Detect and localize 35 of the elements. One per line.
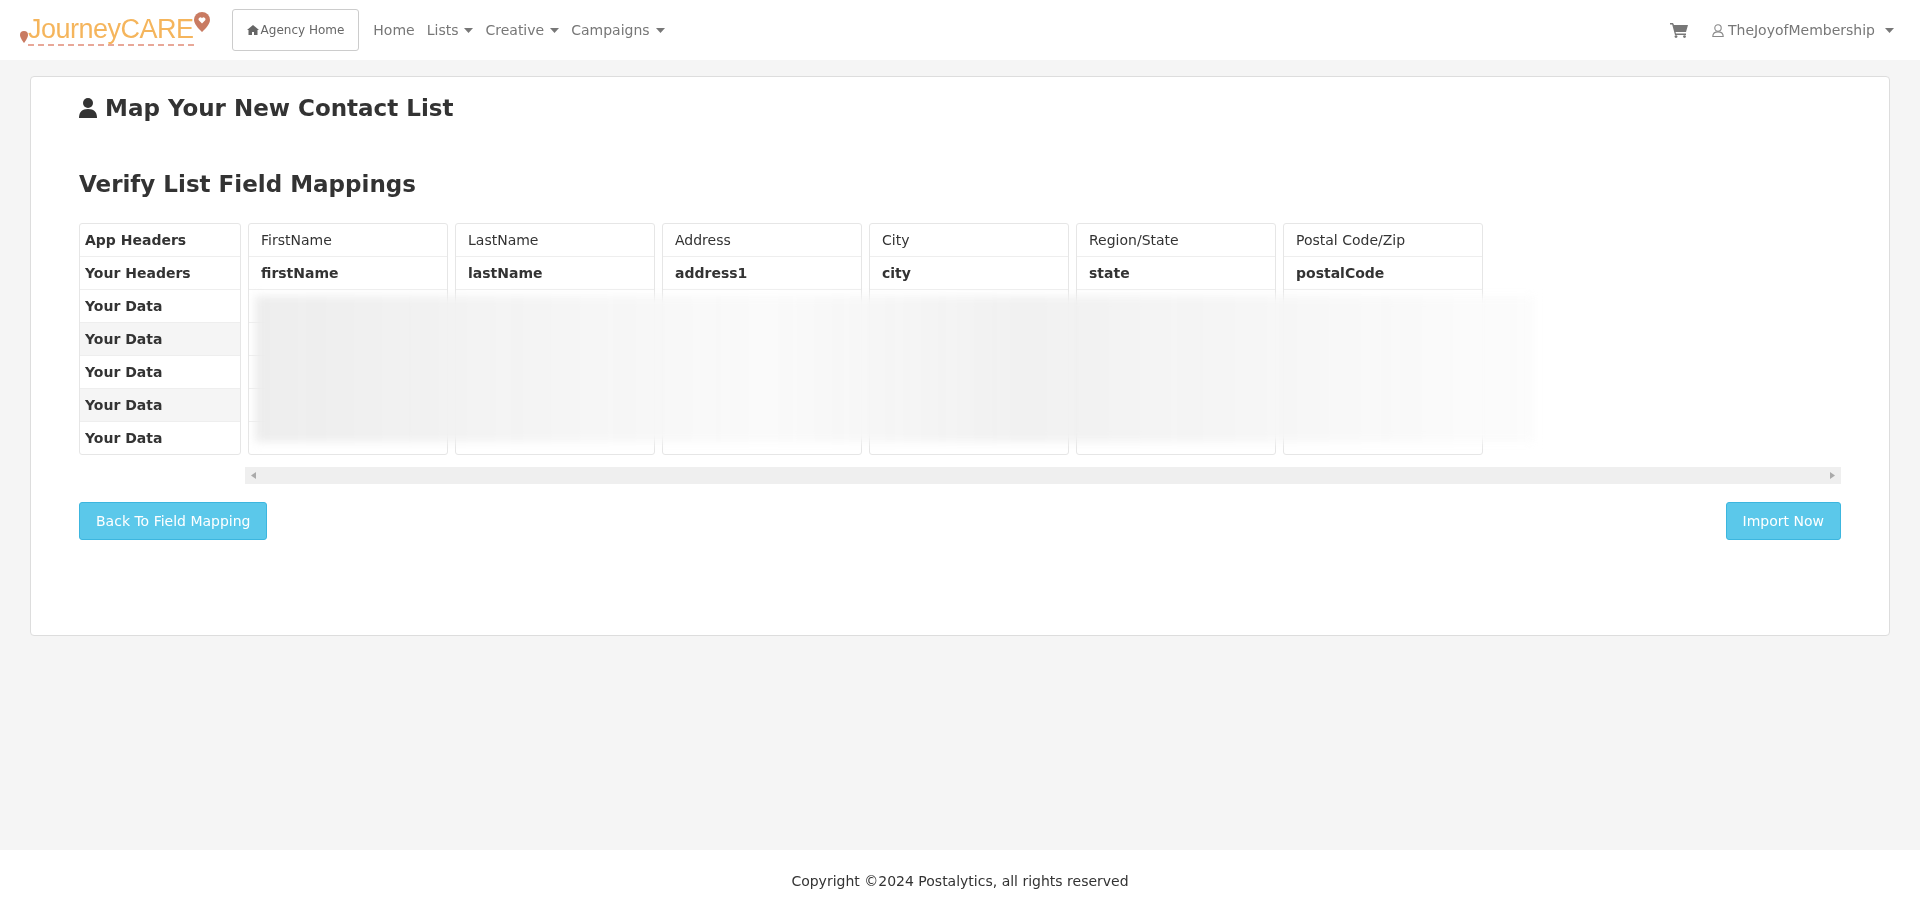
nav-link[interactable]: Campaigns xyxy=(565,22,671,38)
page-title: Map Your New Contact List xyxy=(105,95,454,121)
app-header-cell: Address xyxy=(663,224,861,257)
app-header-cell: Postal Code/Zip xyxy=(1284,224,1482,257)
cart-icon xyxy=(1669,22,1688,38)
user-icon xyxy=(79,98,97,118)
pin-icon xyxy=(193,12,210,32)
your-header-cell: city xyxy=(870,257,1068,290)
your-header-cell: firstName xyxy=(249,257,447,290)
nav-link[interactable]: Lists xyxy=(420,22,480,38)
section-heading: Verify List Field Mappings xyxy=(79,171,417,197)
app-header-cell: FirstName xyxy=(249,224,447,257)
copyright-text: Copyright ©2024 Postalytics, all rights reserved xyxy=(791,872,1129,889)
row-label: Your Data xyxy=(80,323,240,356)
user-menu[interactable]: TheJoyofMembership xyxy=(1705,22,1900,38)
your-header-cell: postalCode xyxy=(1284,257,1482,290)
your-header-cell: state xyxy=(1077,257,1275,290)
scroll-right-icon xyxy=(1830,472,1835,479)
your-header-cell: lastName xyxy=(456,257,654,290)
app-header-cell: City xyxy=(870,224,1068,257)
user-icon xyxy=(1711,23,1724,37)
nav-link[interactable]: Home xyxy=(367,22,421,38)
agency-home-button[interactable]: Agency Home xyxy=(231,9,360,51)
row-label: Your Data xyxy=(84,429,164,448)
row-label: Your Data xyxy=(80,389,240,422)
app-header-cell: LastName xyxy=(456,224,654,257)
home-icon xyxy=(246,25,259,35)
scroll-left-icon xyxy=(251,472,256,479)
app-header-cell: Region/State xyxy=(1077,224,1275,257)
row-label: App Headers xyxy=(80,224,240,257)
pin-icon xyxy=(20,31,28,43)
nav-link[interactable]: Creative xyxy=(479,22,566,38)
row-label: Your Headers xyxy=(80,257,240,290)
your-header-cell: address1 xyxy=(663,257,861,290)
horizontal-scrollbar[interactable] xyxy=(245,467,1841,484)
